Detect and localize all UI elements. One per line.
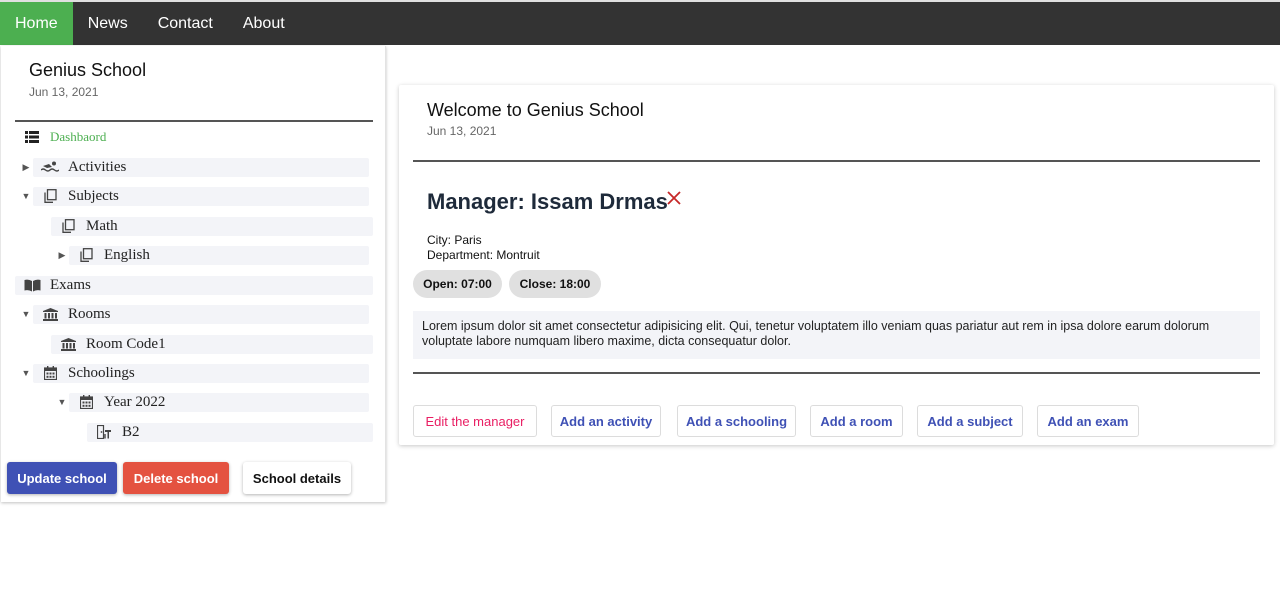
tree-label-schoolings: Schoolings [68, 364, 135, 381]
calendar-icon [77, 395, 95, 409]
tree-row-room-code1: Room Code1 [51, 334, 373, 354]
tree-item-year-2022[interactable]: Year 2022 [69, 392, 369, 412]
tree-label-rooms: Rooms [68, 305, 111, 322]
copy-icon [41, 189, 59, 203]
tree-label-dashboard: Dashbaord [50, 129, 107, 144]
tree-item-english[interactable]: English [69, 245, 369, 265]
caret-down-icon[interactable]: ▼ [19, 309, 33, 319]
school-name: Genius School [29, 60, 147, 80]
school-details-button[interactable]: School details [243, 462, 351, 494]
tree-item-rooms[interactable]: Rooms [33, 304, 369, 324]
nav-home[interactable]: Home [0, 2, 73, 45]
tree-label-room-code1: Room Code1 [86, 335, 166, 352]
caret-right-icon[interactable]: ▶ [19, 162, 33, 173]
close-time-chip: Close: 18:00 [509, 270, 601, 298]
caret-right-icon[interactable]: ▶ [55, 250, 69, 261]
tree-label-b2: B2 [122, 423, 140, 440]
tree-row-activities: ▶ Activities [19, 157, 369, 177]
caret-down-icon[interactable]: ▼ [19, 368, 33, 378]
nav-contact[interactable]: Contact [143, 2, 228, 45]
card-divider-top [413, 160, 1260, 162]
tree-item-dashboard[interactable]: Dashbaord [23, 127, 106, 147]
tree-row-exams: Exams [15, 275, 373, 295]
tree-item-b2[interactable]: B2 [87, 422, 373, 442]
copy-icon [59, 219, 77, 233]
school-description: Lorem ipsum dolor sit amet consectetur a… [413, 311, 1260, 359]
caret-down-icon[interactable]: ▼ [19, 191, 33, 201]
calendar-icon [41, 366, 59, 380]
school-date: Jun 13, 2021 [29, 85, 99, 99]
nav-news[interactable]: News [73, 2, 143, 45]
classroom-icon [95, 425, 113, 439]
caret-down-icon[interactable]: ▼ [55, 397, 69, 407]
tree-item-exams[interactable]: Exams [15, 275, 373, 295]
add-schooling-button[interactable]: Add a schooling [677, 405, 796, 437]
school-card: Welcome to Genius School Jun 13, 2021 Ma… [399, 85, 1274, 445]
tree-item-math[interactable]: Math [51, 216, 373, 236]
top-navbar: Home News Contact About [0, 0, 1280, 45]
update-school-button[interactable]: Update school [7, 462, 117, 494]
school-sidebar: Genius School Jun 13, 2021 Dashbaord ▶ A… [1, 46, 386, 502]
tree-item-schoolings[interactable]: Schoolings [33, 363, 369, 383]
delete-school-button[interactable]: Delete school [123, 462, 229, 494]
open-time-chip: Open: 07:00 [413, 270, 502, 298]
add-exam-button[interactable]: Add an exam [1037, 405, 1139, 437]
tree-row-subjects: ▼ Subjects [19, 186, 369, 206]
tree-item-room-code1[interactable]: Room Code1 [51, 334, 373, 354]
close-icon[interactable] [665, 189, 683, 207]
add-subject-button[interactable]: Add a subject [917, 405, 1023, 437]
building-icon [41, 307, 59, 321]
building-icon [59, 337, 77, 351]
book-open-icon [23, 278, 41, 292]
list-icon [23, 130, 41, 144]
card-divider-bottom [413, 372, 1260, 374]
add-activity-button[interactable]: Add an activity [551, 405, 661, 437]
tree-label-activities: Activities [68, 158, 127, 175]
tree-row-math: Math [51, 216, 373, 236]
copy-icon [77, 248, 95, 262]
edit-manager-button[interactable]: Edit the manager [413, 405, 537, 437]
welcome-date: Jun 13, 2021 [427, 124, 497, 138]
city-text: City: Paris [427, 233, 482, 247]
tree-label-year-2022: Year 2022 [104, 393, 166, 410]
welcome-title: Welcome to Genius School [427, 100, 644, 120]
tree-item-activities[interactable]: Activities [33, 157, 369, 177]
sidebar-divider [15, 120, 373, 122]
tree-label-english: English [104, 246, 150, 263]
tree-label-exams: Exams [50, 276, 91, 293]
department-text: Department: Montruit [427, 248, 540, 262]
nav-about[interactable]: About [228, 2, 300, 45]
tree-row-year-2022: ▼ Year 2022 [55, 392, 369, 412]
tree-row-rooms: ▼ Rooms [19, 304, 369, 324]
tree-row-b2: B2 [87, 422, 373, 442]
swimmer-icon [41, 160, 59, 174]
tree-row-english: ▶ English [55, 245, 369, 265]
tree-row-schoolings: ▼ Schoolings [19, 363, 369, 383]
manager-name: Manager: Issam Drmas [427, 189, 668, 214]
add-room-button[interactable]: Add a room [810, 405, 903, 437]
tree-item-subjects[interactable]: Subjects [33, 186, 369, 206]
tree-label-subjects: Subjects [68, 187, 119, 204]
tree-label-math: Math [86, 217, 118, 234]
